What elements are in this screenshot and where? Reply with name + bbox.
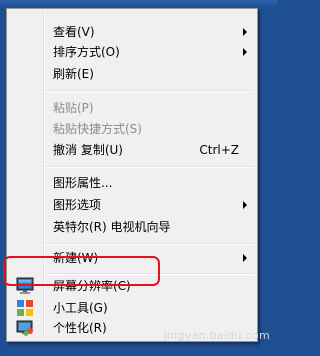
menu-item-graphics-options-label: 图形选项 — [53, 198, 102, 212]
submenu-arrow-icon — [243, 28, 247, 36]
watermark: jingyan.baidu.com — [163, 329, 270, 342]
menu-item-undo-copy[interactable]: 撤消 复制(U) Ctrl+Z — [9, 139, 255, 161]
personalize-icon — [16, 320, 33, 336]
menu-item-undo-copy-shortcut: Ctrl+Z — [199, 143, 239, 157]
submenu-arrow-icon — [243, 201, 247, 209]
menu-separator — [45, 166, 253, 168]
menu-item-gadgets-label: 小工具(G) — [53, 301, 108, 315]
highlight-outline — [3, 256, 160, 286]
menu-item-intel-tv-wizard[interactable]: 英特尔(R) 电视机向导 — [9, 216, 255, 238]
desktop-context-menu: 查看(V) 排序方式(O) 刷新(E) 粘贴(P) 粘贴快捷方式(S) 撤消 复… — [6, 8, 258, 342]
menu-item-view[interactable]: 查看(V) — [9, 21, 255, 43]
menu-item-graphics-options[interactable]: 图形选项 — [9, 194, 255, 216]
menu-item-sort-by[interactable]: 排序方式(O) — [9, 41, 255, 63]
menu-item-view-label: 查看(V) — [53, 25, 95, 39]
menu-item-paste-shortcut-label: 粘贴快捷方式(S) — [53, 122, 142, 136]
submenu-arrow-icon — [243, 254, 247, 262]
desktop-top-strip — [0, 0, 278, 8]
gadgets-icon — [17, 300, 33, 316]
menu-separator — [45, 243, 253, 245]
menu-item-personalize-label: 个性化(R) — [53, 321, 107, 335]
menu-item-graphics-properties-label: 图形属性... — [53, 176, 113, 190]
menu-item-undo-copy-label: 撤消 复制(U) — [53, 143, 123, 157]
menu-item-refresh[interactable]: 刷新(E) — [9, 63, 255, 85]
menu-separator — [45, 90, 253, 92]
submenu-arrow-icon — [243, 48, 247, 56]
menu-item-gadgets[interactable]: 小工具(G) — [9, 297, 255, 319]
menu-item-sort-by-label: 排序方式(O) — [53, 45, 120, 59]
menu-item-paste-label: 粘贴(P) — [53, 101, 94, 115]
menu-item-paste-shortcut[interactable]: 粘贴快捷方式(S) — [9, 118, 255, 140]
menu-item-graphics-properties[interactable]: 图形属性... — [9, 172, 255, 194]
menu-item-refresh-label: 刷新(E) — [53, 67, 94, 81]
menu-item-intel-tv-wizard-label: 英特尔(R) 电视机向导 — [53, 220, 171, 234]
menu-item-paste[interactable]: 粘贴(P) — [9, 97, 255, 119]
